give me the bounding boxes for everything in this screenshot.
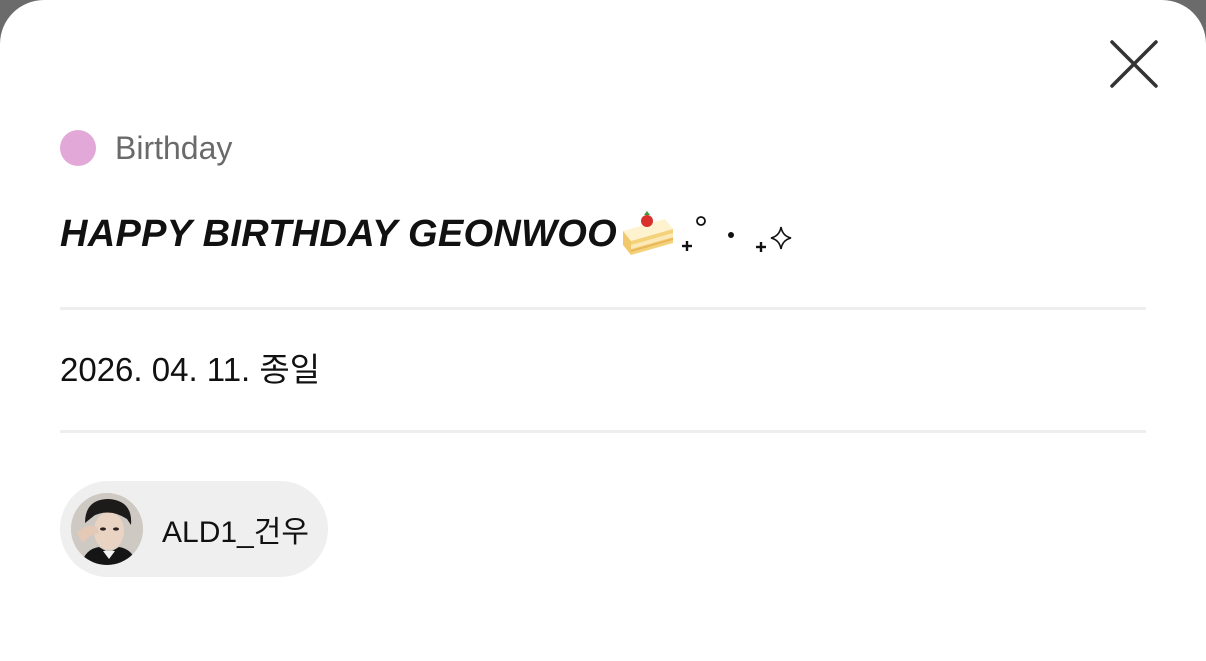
close-icon [1110, 40, 1158, 88]
title-decoration [619, 209, 795, 259]
category-color-dot [60, 130, 96, 166]
sparkle-icon [681, 216, 792, 252]
category-label: Birthday [115, 130, 233, 166]
event-date: 2026. 04. 11. 종일 [60, 351, 321, 388]
cake-icon [622, 211, 673, 255]
event-category: Birthday [60, 130, 232, 166]
divider [60, 430, 1146, 433]
close-button[interactable] [1104, 36, 1164, 96]
event-title: HAPPY BIRTHDAY GEONWOO [60, 212, 617, 255]
event-title-row: HAPPY BIRTHDAY GEONWOO [60, 206, 795, 262]
avatar [71, 493, 143, 565]
member-chip[interactable]: ALD1_건우 [60, 481, 328, 577]
member-name: ALD1_건우 [162, 516, 309, 549]
event-detail-sheet: Birthday HAPPY BIRTHDAY GEONWOO 2026. 04… [0, 0, 1206, 661]
divider [60, 307, 1146, 310]
